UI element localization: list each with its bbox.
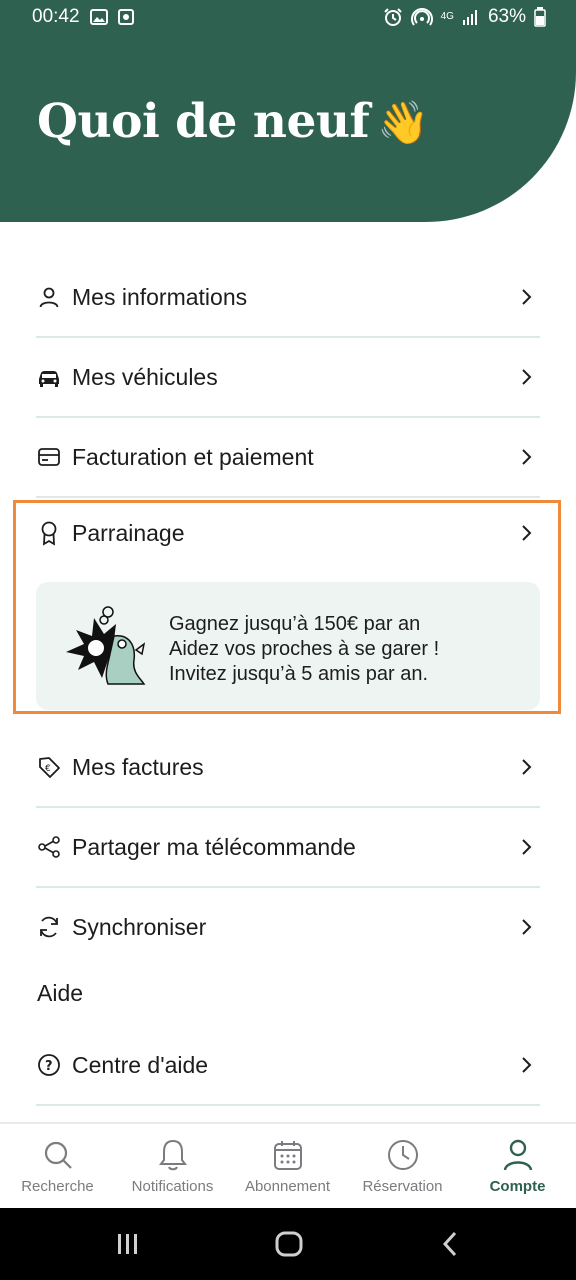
chevron-right-icon bbox=[522, 919, 532, 935]
menu-item-label: Facturation et paiement bbox=[72, 443, 314, 470]
menu-item-label: Centre d'aide bbox=[72, 1051, 209, 1078]
menu-item-mes-vehicules[interactable]: Mes véhicules bbox=[36, 338, 540, 418]
account-menu-secondary: € Mes factures Partager ma télécommande … bbox=[36, 728, 540, 966]
system-navigation-bar bbox=[0, 1208, 576, 1280]
help-icon: ? bbox=[36, 1052, 62, 1078]
search-icon bbox=[44, 1141, 72, 1169]
nav-tab-recherche[interactable]: Recherche bbox=[0, 1136, 115, 1195]
chevron-right-icon bbox=[522, 449, 532, 465]
section-title-aide: Aide bbox=[37, 980, 84, 1006]
status-time: 00:42 bbox=[32, 6, 80, 27]
user-icon bbox=[503, 1139, 532, 1171]
chevron-right-icon bbox=[522, 289, 532, 305]
battery-percent: 63% bbox=[487, 6, 526, 27]
clock-icon bbox=[387, 1140, 418, 1170]
menu-item-facturation[interactable]: Facturation et paiement bbox=[36, 418, 540, 498]
promo-line-2: Aidez vos proches à se garer ! bbox=[169, 638, 440, 660]
menu-item-partager-telecommande[interactable]: Partager ma télécommande bbox=[36, 808, 540, 888]
promo-line-1: Gagnez jusqu’à 150€ par an bbox=[169, 613, 421, 635]
network-type: 4G bbox=[440, 11, 454, 22]
referral-promo-text: Gagnez jusqu’à 150€ par an Aidez vos pro… bbox=[169, 612, 439, 687]
gallery-icon bbox=[89, 9, 108, 25]
menu-item-label: Parrainage bbox=[72, 519, 185, 546]
menu-item-mes-informations[interactable]: Mes informations bbox=[36, 258, 540, 338]
nav-label: Recherche bbox=[21, 1178, 94, 1195]
referral-illustration bbox=[66, 606, 146, 685]
nav-label: Abonnement bbox=[244, 1178, 331, 1195]
nav-tab-abonnement[interactable]: Abonnement bbox=[230, 1136, 345, 1195]
nav-label: Réservation bbox=[362, 1178, 443, 1195]
page-title: Quoi de neuf 👋 bbox=[37, 94, 430, 149]
menu-item-label: Partager ma télécommande bbox=[72, 833, 356, 860]
status-bar: 00:42 4G 63% bbox=[0, 0, 576, 34]
home-button-icon[interactable] bbox=[274, 1230, 304, 1258]
help-menu: ? Centre d'aide bbox=[36, 1026, 540, 1106]
sync-icon bbox=[36, 914, 62, 940]
app-icon bbox=[117, 9, 134, 25]
back-icon[interactable] bbox=[438, 1230, 462, 1258]
card-icon bbox=[36, 444, 62, 470]
hotspot-icon bbox=[410, 8, 433, 26]
svg-text:?: ? bbox=[45, 1059, 53, 1074]
menu-item-centre-aide[interactable]: ? Centre d'aide bbox=[36, 1026, 540, 1106]
menu-item-parrainage[interactable]: Parrainage bbox=[36, 496, 540, 570]
chevron-right-icon bbox=[522, 525, 532, 541]
person-icon bbox=[36, 284, 62, 310]
referral-promo-card[interactable]: Gagnez jusqu’à 150€ par an Aidez vos pro… bbox=[36, 582, 540, 710]
svg-text:€: € bbox=[45, 764, 51, 774]
signal-icon bbox=[462, 10, 477, 25]
menu-item-mes-factures[interactable]: € Mes factures bbox=[36, 728, 540, 808]
header-banner: Quoi de neuf 👋 bbox=[0, 34, 576, 222]
calendar-icon bbox=[273, 1141, 302, 1170]
award-icon bbox=[36, 520, 62, 546]
menu-item-label: Mes factures bbox=[72, 753, 204, 780]
bottom-navigation: Recherche Notifications Abonnement Réser… bbox=[0, 1122, 576, 1208]
menu-item-label: Mes véhicules bbox=[72, 363, 218, 390]
battery-icon bbox=[534, 7, 546, 27]
tag-euro-icon: € bbox=[36, 754, 62, 780]
car-icon bbox=[36, 364, 62, 390]
menu-item-label: Synchroniser bbox=[72, 913, 207, 940]
promo-line-3: Invitez jusqu’à 5 amis par an. bbox=[169, 663, 429, 685]
page-title-text: Quoi de neuf bbox=[37, 94, 370, 149]
bell-icon bbox=[158, 1139, 187, 1171]
recent-apps-icon[interactable] bbox=[114, 1230, 142, 1258]
chevron-right-icon bbox=[522, 369, 532, 385]
nav-tab-notifications[interactable]: Notifications bbox=[115, 1136, 230, 1195]
menu-item-label: Mes informations bbox=[72, 283, 248, 310]
waving-hand-icon: 👋 bbox=[377, 98, 430, 147]
nav-label: Compte bbox=[489, 1178, 546, 1195]
menu-item-synchroniser[interactable]: Synchroniser bbox=[36, 888, 540, 966]
nav-tab-compte[interactable]: Compte bbox=[460, 1136, 575, 1195]
share-icon bbox=[36, 834, 62, 860]
chevron-right-icon bbox=[522, 759, 532, 775]
account-menu: Mes informations Mes véhicules Facturati… bbox=[36, 258, 540, 498]
nav-tab-reservation[interactable]: Réservation bbox=[345, 1136, 460, 1195]
nav-label: Notifications bbox=[131, 1178, 214, 1195]
alarm-icon bbox=[383, 8, 402, 26]
chevron-right-icon bbox=[522, 839, 532, 855]
chevron-right-icon bbox=[522, 1057, 532, 1073]
